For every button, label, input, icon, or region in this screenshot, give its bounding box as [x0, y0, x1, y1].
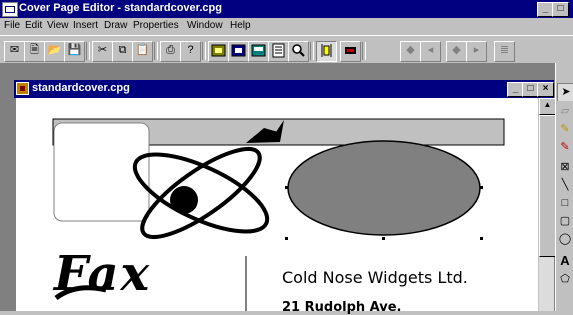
- eraser-tool-icon[interactable]: ▱: [557, 103, 573, 120]
- page-view-icon[interactable]: [268, 41, 289, 62]
- zoom-icon[interactable]: [288, 41, 309, 62]
- print-icon[interactable]: ⎙: [160, 41, 181, 62]
- menu-help[interactable]: Help: [230, 20, 251, 31]
- menu-view[interactable]: View: [47, 20, 69, 31]
- document-title-bar[interactable]: standardcover.cpg _ □ ×: [14, 80, 554, 98]
- scroll-up-button[interactable]: ▲: [539, 98, 556, 115]
- polygon-tool-icon[interactable]: ⬠: [557, 271, 573, 288]
- toolbar-separator: [362, 42, 366, 60]
- paste-icon[interactable]: 📋: [132, 41, 153, 62]
- document-title: standardcover.cpg: [32, 82, 130, 94]
- fax-logo-text[interactable]: Fax: [54, 246, 151, 302]
- gray-ellipse[interactable]: [287, 140, 481, 236]
- arrow-left-icon[interactable]: ◆: [400, 41, 421, 62]
- arrow-right-alt-icon[interactable]: ▸: [466, 41, 487, 62]
- app-title: Cover Page Editor - standardcover.cpg: [19, 2, 222, 14]
- menu-window[interactable]: Window: [187, 20, 223, 31]
- scroll-thumb[interactable]: [539, 115, 556, 257]
- new-page-icon[interactable]: 🗎: [24, 41, 45, 62]
- send-to-back-icon[interactable]: [248, 41, 269, 62]
- open-folder-icon[interactable]: 📂: [44, 41, 65, 62]
- bring-to-front-icon[interactable]: [228, 41, 249, 62]
- pencil-tool-icon[interactable]: ✎: [557, 121, 573, 138]
- arrow-right-icon[interactable]: ◆: [446, 41, 467, 62]
- group-objects-icon[interactable]: [208, 41, 229, 62]
- address-text[interactable]: 21 Rudolph Ave.: [282, 300, 402, 315]
- app-icon[interactable]: [2, 2, 18, 17]
- menu-draw[interactable]: Draw: [104, 20, 127, 31]
- doc-close-button[interactable]: ×: [537, 82, 554, 97]
- snap-to-grid-icon[interactable]: [316, 41, 337, 62]
- toolbar-separator: [86, 42, 90, 60]
- drawing-toolbox: ➤ ▱ ✎ ✎ ⊠ ╲ □ ▢ ◯ A ⬠: [555, 63, 573, 311]
- text-frame-tool-icon[interactable]: ⊠: [557, 159, 573, 176]
- line-tool-icon[interactable]: ╲: [557, 177, 573, 194]
- align-icon[interactable]: ≣: [494, 41, 515, 62]
- menu-file[interactable]: File: [4, 20, 20, 31]
- maximize-button[interactable]: □: [552, 2, 569, 17]
- document-icon[interactable]: [16, 82, 29, 95]
- main-toolbar: ✉ 🗎 📂 💾 ✂ ⧉ 📋 ⎙ ? ◆ ◂ ◆ ▸ ≣: [0, 35, 573, 63]
- copy-icon[interactable]: ⧉: [112, 41, 133, 62]
- ellipse-tool-icon[interactable]: ◯: [557, 231, 573, 248]
- app-title-bar[interactable]: Cover Page Editor - standardcover.cpg _ …: [0, 0, 573, 18]
- toolbar-separator: [202, 42, 206, 60]
- help-icon[interactable]: ?: [180, 41, 201, 62]
- toolbar-separator: [310, 42, 314, 60]
- menu-edit[interactable]: Edit: [25, 20, 42, 31]
- arrow-left-alt-icon[interactable]: ◂: [420, 41, 441, 62]
- cut-icon[interactable]: ✂: [92, 41, 113, 62]
- rounded-rect-tool-icon[interactable]: ▢: [557, 213, 573, 230]
- send-fax-icon[interactable]: ✉: [4, 41, 25, 62]
- company-name-text[interactable]: Cold Nose Widgets Ltd.: [282, 268, 468, 287]
- menu-bar: File Edit View Insert Draw Properties Wi…: [0, 18, 573, 35]
- save-icon[interactable]: 💾: [64, 41, 85, 62]
- toolbar-separator: [154, 42, 158, 60]
- menu-insert[interactable]: Insert: [73, 20, 98, 31]
- rectangle-tool-icon[interactable]: □: [557, 195, 573, 212]
- text-tool-icon[interactable]: A: [557, 253, 573, 270]
- color-icon[interactable]: [340, 41, 361, 62]
- menu-properties[interactable]: Properties: [133, 20, 179, 31]
- marker-tool-icon[interactable]: ✎: [557, 139, 573, 156]
- pointer-tool-icon[interactable]: ➤: [557, 83, 573, 101]
- vertical-scrollbar[interactable]: ▲: [538, 98, 556, 311]
